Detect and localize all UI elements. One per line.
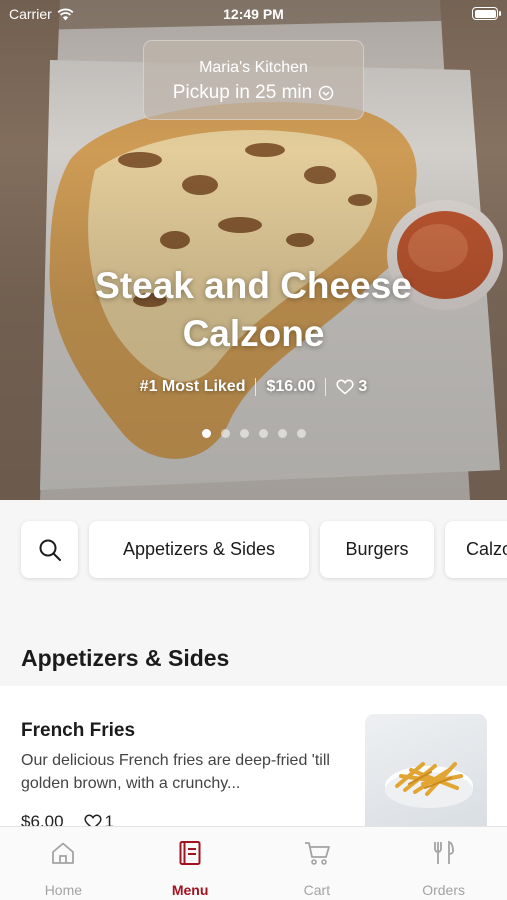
status-bar: Carrier 12:49 PM — [0, 0, 507, 28]
cart-icon — [304, 842, 330, 865]
tab-orders[interactable]: Orders — [380, 827, 507, 900]
orders-icon — [433, 840, 454, 864]
category-chip-appetizers[interactable]: Appetizers & Sides — [89, 521, 309, 578]
featured-item-meta: #1 Most Liked $16.00 3 — [0, 378, 507, 396]
menu-item-likes[interactable]: 1 — [83, 812, 115, 826]
category-chip-calzones[interactable]: Calzones — [445, 521, 507, 578]
store-name: Maria's Kitchen — [199, 59, 308, 76]
featured-likes[interactable]: 3 — [336, 378, 367, 396]
section-title: Appetizers & Sides — [21, 645, 230, 671]
carousel-dot[interactable] — [258, 429, 268, 438]
menu-item-description: Our delicious French fries are deep-frie… — [21, 752, 330, 792]
search-icon — [39, 539, 61, 561]
menu-icon — [179, 841, 201, 865]
carousel-dot[interactable] — [277, 429, 287, 438]
tab-home-label: Home — [44, 882, 83, 898]
meta-divider — [255, 378, 257, 396]
carousel-page-indicator[interactable] — [0, 429, 507, 438]
carousel-dot[interactable] — [239, 429, 249, 438]
menu-item-price: $6.00 — [21, 812, 64, 826]
carousel-dot[interactable] — [201, 429, 211, 438]
french-fries-image — [385, 762, 473, 808]
carousel-dot[interactable] — [296, 429, 306, 438]
menu-item-card[interactable]: French Fries Our delicious French fries … — [0, 686, 507, 826]
tab-cart[interactable]: Cart — [254, 827, 381, 900]
tab-bar: Home Menu Cart Orders — [0, 826, 507, 900]
tab-menu[interactable]: Menu — [127, 827, 254, 900]
pickup-time-label: Pickup in 25 min — [172, 82, 313, 103]
category-chip-burgers[interactable]: Burgers — [320, 521, 434, 578]
battery-icon — [472, 7, 501, 20]
heart-icon — [336, 379, 355, 395]
carousel-dot[interactable] — [220, 429, 230, 438]
chevron-down-circle-icon — [318, 85, 334, 101]
search-button[interactable] — [21, 521, 78, 578]
menu-item-photo — [365, 714, 487, 826]
category-bar: Appetizers & Sides Burgers Calzones — [0, 500, 507, 600]
tab-orders-label: Orders — [422, 882, 466, 898]
meta-divider — [325, 378, 327, 396]
tab-cart-label: Cart — [303, 882, 331, 898]
pickup-time-row: Pickup in 25 min — [144, 82, 363, 104]
tab-menu-label: Menu — [171, 882, 209, 898]
featured-likes-count: 3 — [358, 378, 368, 395]
home-icon — [52, 842, 75, 864]
featured-hero[interactable]: Carrier 12:49 PM Maria's Kitchen Pickup … — [0, 0, 507, 500]
heart-icon — [83, 814, 102, 826]
tab-home[interactable]: Home — [0, 827, 127, 900]
menu-item-meta: $6.00 1 — [21, 812, 114, 826]
status-time: 12:49 PM — [223, 6, 284, 22]
featured-badge: #1 Most Liked — [139, 378, 246, 395]
store-pickup-selector[interactable]: Maria's Kitchen Pickup in 25 min — [143, 40, 364, 120]
featured-item-title: Steak and Cheese Calzone — [95, 265, 412, 354]
featured-price: $16.00 — [266, 378, 316, 395]
menu-item-likes-count: 1 — [104, 812, 115, 826]
menu-item-name: French Fries — [21, 720, 136, 741]
